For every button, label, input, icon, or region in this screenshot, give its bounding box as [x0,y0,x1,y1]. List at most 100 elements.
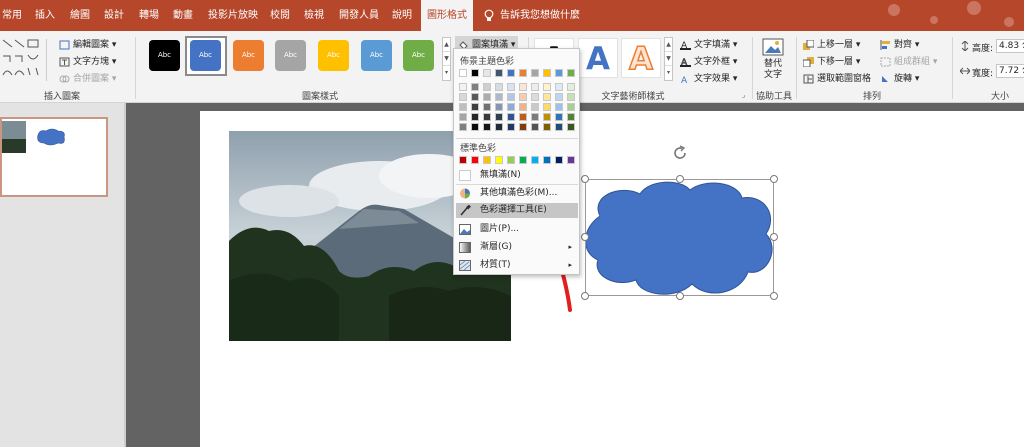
tab-design[interactable]: 設計 [104,0,124,31]
theme-color-swatch[interactable] [531,113,539,121]
tell-me-search[interactable]: 告訴我您想做什麼 [484,0,580,31]
theme-color-swatch[interactable] [459,69,467,77]
theme-color-swatch[interactable] [567,69,575,77]
shapes-gallery-scroll[interactable] [46,39,54,81]
theme-color-swatch[interactable] [495,103,503,111]
theme-color-swatch[interactable] [567,103,575,111]
tab-home[interactable]: 常用 [2,0,22,31]
theme-color-swatch[interactable] [567,113,575,121]
theme-color-swatch[interactable] [543,93,551,101]
theme-color-swatch[interactable] [567,83,575,91]
tab-insert[interactable]: 插入 [35,0,55,31]
wordart-gallery-scroll[interactable]: ▲ ▼ ▾ [664,37,673,81]
theme-color-swatch[interactable] [483,113,491,121]
rotate-button[interactable]: 旋轉 ▾ [880,71,919,84]
resize-handle-top-left[interactable] [581,175,589,183]
theme-color-swatch[interactable] [531,83,539,91]
theme-color-swatch[interactable] [531,93,539,101]
selection-pane-button[interactable]: 選取範圍窗格 [803,71,871,84]
theme-color-swatch[interactable] [519,69,527,77]
standard-color-swatch[interactable] [471,156,479,164]
theme-color-swatch[interactable] [555,83,563,91]
theme-color-swatch[interactable] [459,123,467,131]
theme-color-swatch[interactable] [483,123,491,131]
shape-style-blue[interactable]: Abc [190,40,221,71]
resize-handle-right[interactable] [770,233,778,241]
theme-color-swatch[interactable] [459,93,467,101]
standard-color-swatch[interactable] [555,156,563,164]
theme-color-swatch[interactable] [507,69,515,77]
tab-shape-format[interactable]: 圖形格式 [421,0,473,31]
theme-color-swatch[interactable] [471,69,479,77]
standard-color-swatch[interactable] [531,156,539,164]
theme-color-swatch[interactable] [555,113,563,121]
theme-color-swatch[interactable] [543,113,551,121]
shape-style-gray[interactable]: Abc [275,40,306,71]
resize-handle-left[interactable] [581,233,589,241]
standard-color-swatch[interactable] [507,156,515,164]
theme-color-swatch[interactable] [543,83,551,91]
wordart-style-blue[interactable]: A [578,38,618,78]
theme-color-swatch[interactable] [543,103,551,111]
edit-shape-button[interactable]: 編輯圖案 ▾ [59,37,116,50]
text-fill-button[interactable]: A 文字填滿 ▾ [680,37,737,50]
width-field[interactable]: 7.72 公 [996,64,1024,78]
shape-style-orange[interactable]: Abc [233,40,264,71]
theme-color-swatch[interactable] [555,123,563,131]
theme-color-swatch[interactable] [495,93,503,101]
theme-color-swatch[interactable] [471,83,479,91]
bring-forward-button[interactable]: 上移一層 ▾ [803,37,860,50]
tab-developer[interactable]: 開發人員 [339,0,379,31]
theme-color-swatch[interactable] [471,93,479,101]
theme-color-swatch[interactable] [471,113,479,121]
text-outline-button[interactable]: A 文字外框 ▾ [680,54,737,67]
theme-color-swatch[interactable] [507,123,515,131]
send-backward-button[interactable]: 下移一層 ▾ [803,54,860,67]
shape-style-gold[interactable]: Abc [318,40,349,71]
standard-color-swatch[interactable] [543,156,551,164]
standard-color-swatch[interactable] [519,156,527,164]
theme-color-swatch[interactable] [555,103,563,111]
tab-slideshow[interactable]: 投影片放映 [208,0,258,31]
theme-color-swatch[interactable] [495,113,503,121]
tab-draw[interactable]: 繪圖 [70,0,90,31]
theme-color-swatch[interactable] [543,69,551,77]
theme-color-swatch[interactable] [555,69,563,77]
standard-color-swatch[interactable] [483,156,491,164]
theme-color-swatch[interactable] [567,93,575,101]
wordart-style-orange-outline[interactable]: A [621,38,661,78]
style-gallery-scroll[interactable]: ▲ ▼ ▾ [442,37,451,81]
text-box-button[interactable]: 文字方塊 ▾ [59,54,116,67]
theme-color-swatch[interactable] [471,123,479,131]
resize-handle-bottom-right[interactable] [770,292,778,300]
theme-color-swatch[interactable] [519,113,527,121]
no-fill-item[interactable]: 無填滿(N) [456,168,578,183]
theme-color-swatch[interactable] [483,69,491,77]
theme-color-swatch[interactable] [495,123,503,131]
tab-review[interactable]: 校閱 [270,0,290,31]
group-button[interactable]: 組成群組 ▾ [880,54,937,67]
resize-handle-top-right[interactable] [770,175,778,183]
theme-color-swatch[interactable] [459,103,467,111]
align-button[interactable]: 對齊 ▾ [880,37,919,50]
picture-fill-item[interactable]: 圖片(P)... [456,222,578,237]
shape-style-black[interactable]: Abc [149,40,180,71]
more-fill-colors-item[interactable]: 其他填滿色彩(M)... [456,186,578,201]
theme-color-swatch[interactable] [519,83,527,91]
tab-animations[interactable]: 動畫 [173,0,193,31]
theme-color-swatch[interactable] [567,123,575,131]
theme-color-swatch[interactable] [495,83,503,91]
shape-style-lightblue[interactable]: Abc [361,40,392,71]
theme-color-swatch[interactable] [459,113,467,121]
shapes-gallery-icon[interactable] [2,37,42,83]
theme-color-swatch[interactable] [543,123,551,131]
theme-color-swatch[interactable] [507,83,515,91]
standard-color-swatch[interactable] [567,156,575,164]
theme-color-swatch[interactable] [483,83,491,91]
tab-view[interactable]: 檢視 [304,0,324,31]
eyedropper-item[interactable]: 色彩選擇工具(E) [456,203,578,218]
theme-color-swatch[interactable] [507,103,515,111]
shape-style-green[interactable]: Abc [403,40,434,71]
text-effects-button[interactable]: A 文字效果 ▾ [680,71,737,84]
theme-color-swatch[interactable] [531,69,539,77]
